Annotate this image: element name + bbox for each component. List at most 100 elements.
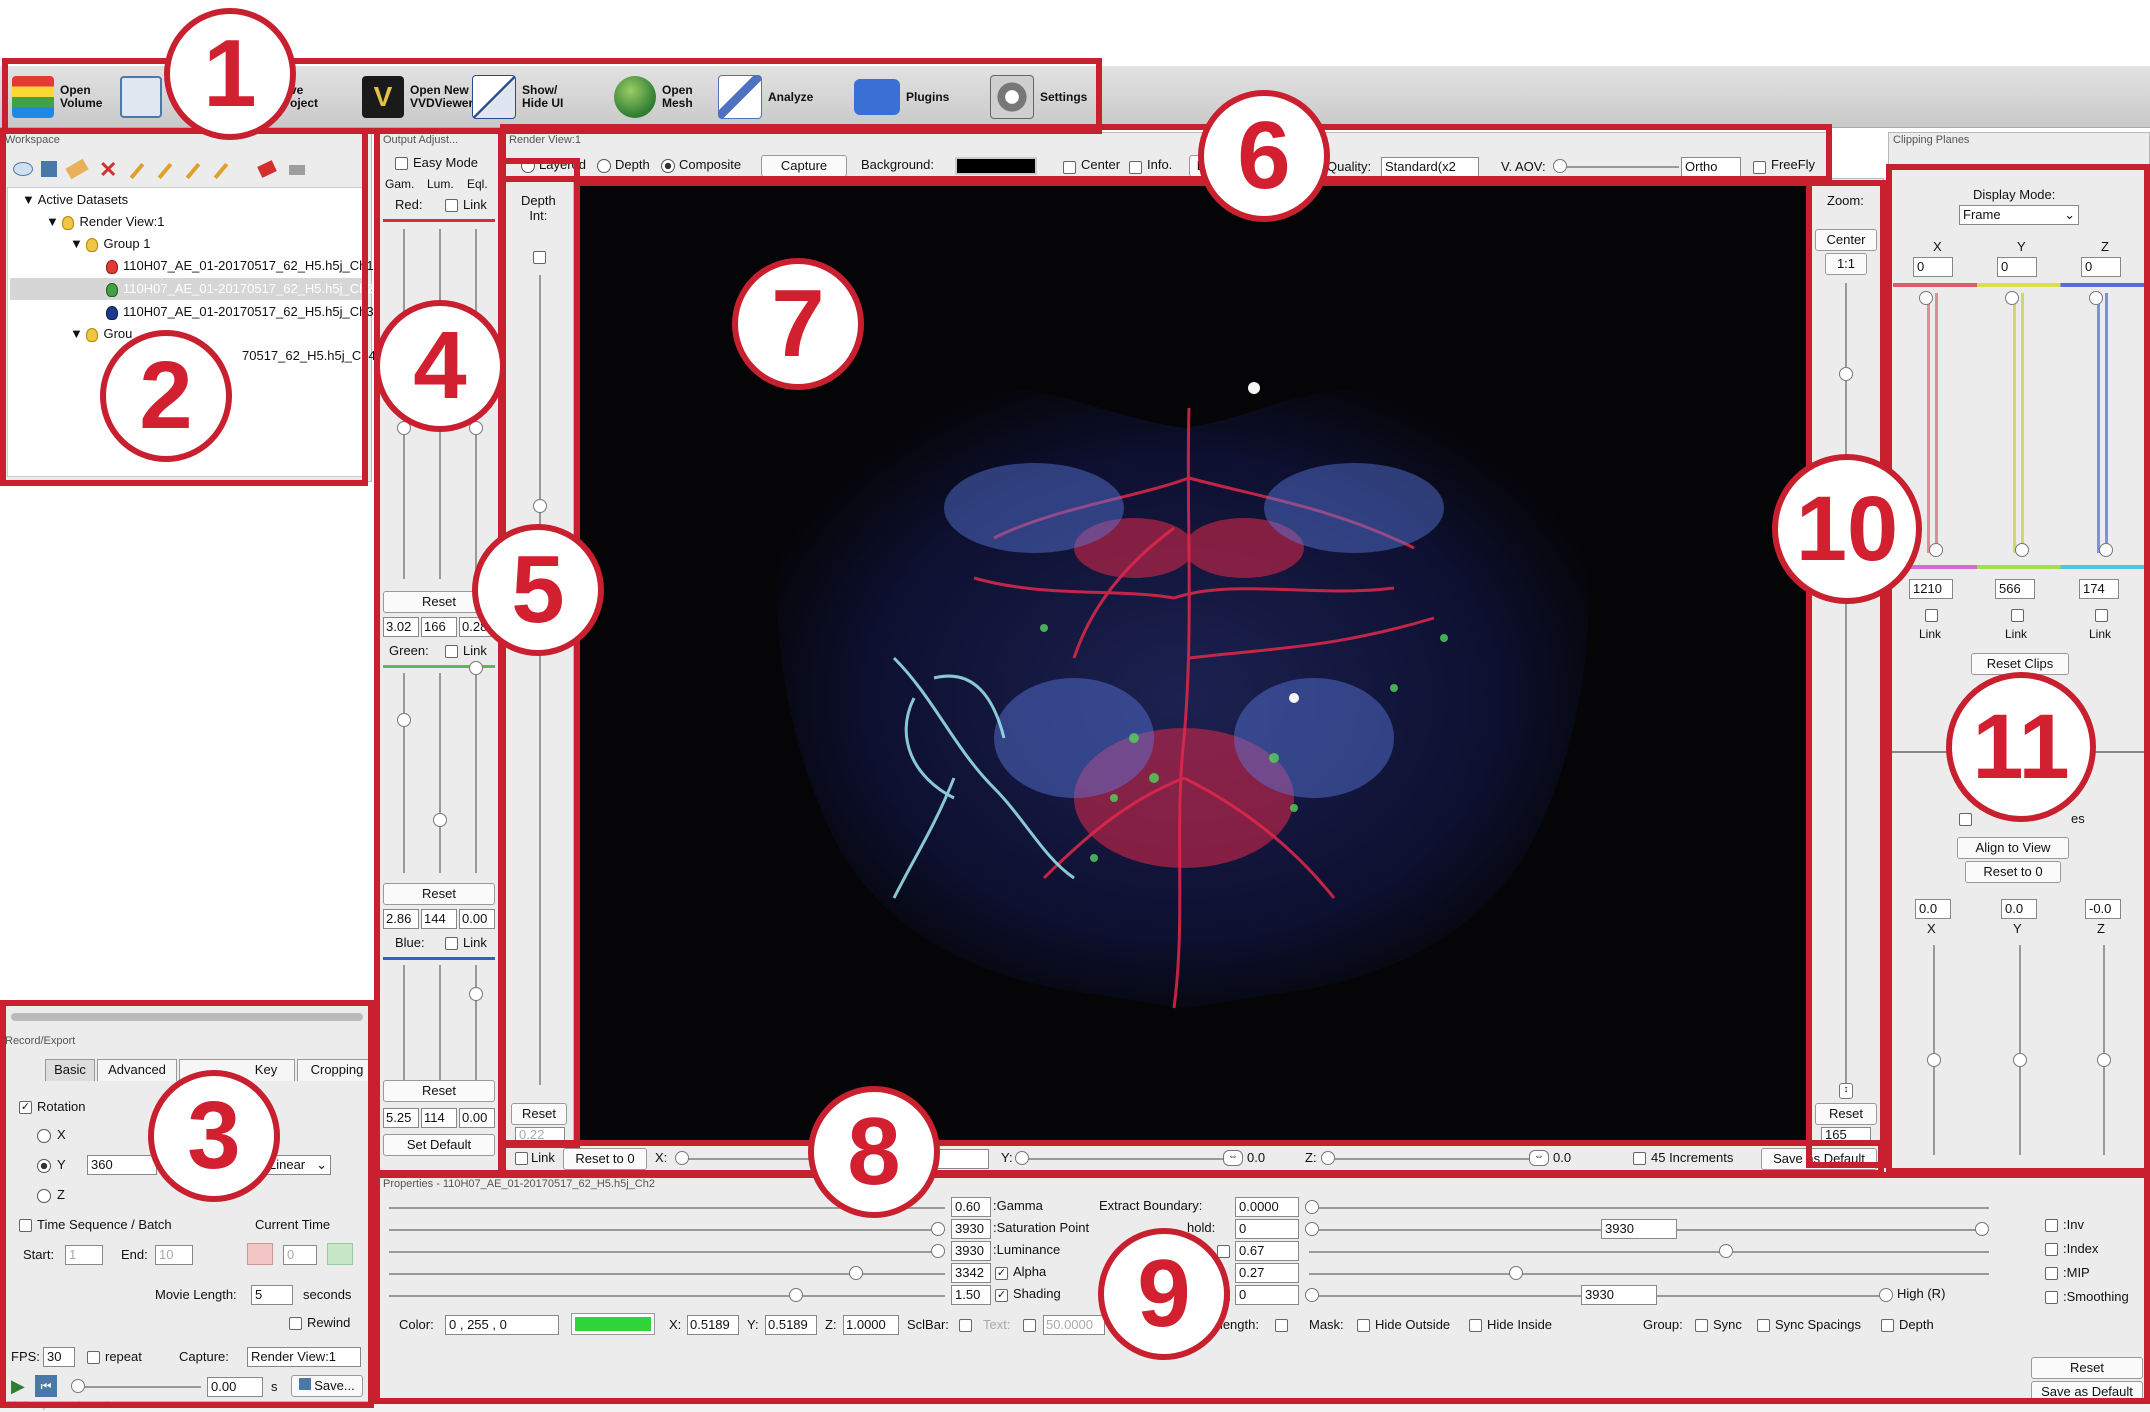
inv-checkbox[interactable] [2045,1219,2058,1232]
open-mesh-button[interactable]: Open Mesh [614,70,693,124]
colormap-low-knob[interactable] [1305,1288,1319,1302]
color-value-field[interactable]: 0 , 255 , 0 [445,1315,559,1335]
properties-save-default-button[interactable]: Save as Default [2031,1381,2143,1403]
index-checkbox[interactable] [2045,1243,2058,1256]
shadow-track[interactable] [1309,1251,1989,1253]
clip-z-track-2[interactable] [2105,293,2108,553]
scale-length-field[interactable]: 50.0000 [1043,1315,1105,1335]
clip-y-high[interactable]: 566 [1995,579,2035,599]
luminance-track[interactable] [389,1251,945,1253]
clip-x-low-knob[interactable] [1919,291,1933,305]
clip-x-track[interactable] [1927,293,1930,553]
clip-y-link-checkbox[interactable] [2011,609,2024,622]
sample-rate-track[interactable] [1309,1273,1989,1275]
pen-icon-1[interactable] [129,162,145,180]
green-lum-track[interactable] [439,673,441,873]
extract-boundary-knob[interactable] [1305,1200,1319,1214]
rotation-z-knob[interactable] [1321,1151,1335,1165]
green-eql-knob[interactable] [469,661,483,675]
tree-item-active-datasets[interactable]: ▼ Active Datasets [22,192,128,207]
clip-reset-to-0-button[interactable]: Reset to 0 [1965,861,2061,883]
blue-link-checkbox[interactable] [445,937,458,950]
hide-outside-checkbox[interactable] [1357,1319,1370,1332]
shading-value[interactable]: 1.50 [951,1285,991,1305]
clip-z-low[interactable]: 0 [2081,257,2121,277]
luminance-value[interactable]: 3930 [951,1241,991,1261]
clip-y-high-knob[interactable] [2015,543,2029,557]
extract-boundary-track[interactable] [1309,1207,1989,1209]
extract-boundary-value[interactable]: 0.0000 [1235,1197,1299,1217]
repeat-checkbox[interactable] [87,1351,100,1364]
zoom-reset-button[interactable]: Reset [1815,1103,1877,1125]
capture-button[interactable]: Capture [761,155,847,177]
threshold-low[interactable]: 0 [1235,1219,1299,1239]
zoom-slider-knob[interactable] [1839,367,1853,381]
degrees-field[interactable]: 360 [87,1155,157,1175]
freefly-checkbox[interactable] [1753,161,1766,174]
rotation-z-track[interactable] [1325,1158,1545,1160]
time-sequence-checkbox[interactable] [19,1219,32,1232]
rotation-z-spin-icon[interactable]: ⇔ [1529,1150,1549,1166]
blue-reset-button[interactable]: Reset [383,1080,495,1102]
tree-item-group-1[interactable]: ▼ Group 1 [70,236,150,252]
plugins-button[interactable]: Plugins [854,70,949,124]
clip-x-high[interactable]: 1210 [1909,579,1953,599]
rewind-button[interactable]: ⏮ [35,1375,57,1397]
clear-icon[interactable] [289,165,305,175]
scale-bar-checkbox[interactable] [959,1319,972,1332]
blue-eql-value[interactable]: 0.00 [459,1108,495,1128]
zoom-spin-icon[interactable]: ↕ [1839,1083,1853,1099]
green-reset-button[interactable]: Reset [383,883,495,905]
green-lum-knob[interactable] [433,813,447,827]
settings-button[interactable]: Settings [990,70,1087,124]
rotation-link-checkbox[interactable] [515,1152,528,1165]
sync-spacings-checkbox[interactable] [1757,1319,1770,1332]
green-eql-value[interactable]: 0.00 [459,909,495,929]
alpha-value[interactable]: 3342 [951,1263,991,1283]
depth-reset-button[interactable]: Reset [511,1103,567,1125]
end-field[interactable]: 10 [155,1245,193,1265]
threshold-low-knob[interactable] [1305,1222,1319,1236]
shading-checkbox[interactable]: ✓ [995,1289,1008,1302]
green-gamma-value[interactable]: 2.86 [383,909,419,929]
threshold-high-knob[interactable] [1975,1222,1989,1236]
colormap-low[interactable]: 0 [1235,1285,1299,1305]
red-gamma-value[interactable]: 3.02 [383,617,419,637]
shadow-value[interactable]: 0.67 [1235,1241,1299,1261]
rotation-x-knob[interactable] [675,1151,689,1165]
clip-x-high-knob[interactable] [1929,543,1943,557]
brush-icon[interactable] [213,162,229,180]
spacing-y-field[interactable]: 0.5189 [765,1315,817,1335]
zoom-1-1-button[interactable]: 1:1 [1825,253,1867,275]
sample-rate-knob[interactable] [1509,1266,1523,1280]
clip-rot-z-track[interactable] [2103,945,2105,1155]
depth-int-knob[interactable] [533,499,547,513]
clip-rot-x-track[interactable] [1933,945,1935,1155]
green-lum-value[interactable]: 144 [421,909,457,929]
analyze-button[interactable]: Analyze [718,70,813,124]
clip-z-high-knob[interactable] [2099,543,2113,557]
composite-radio[interactable] [661,159,675,173]
clip-y-track-2[interactable] [2021,293,2024,553]
clip-x-low[interactable]: 0 [1913,257,1953,277]
time-slider-track[interactable] [77,1386,201,1388]
eye-icon[interactable] [13,162,33,176]
clip-x-track-2[interactable] [1935,293,1938,553]
luminance-knob[interactable] [931,1244,945,1258]
tree-item-group-2[interactable]: ▼ Grou [70,326,132,342]
capture-select[interactable]: Render View:1 [247,1347,361,1367]
current-time-field[interactable]: 0 [283,1245,317,1265]
shading-track[interactable] [389,1295,945,1297]
spacing-z-field[interactable]: 1.0000 [843,1315,899,1335]
display-mode-select[interactable]: Frame ⌄ [1959,205,2079,225]
eraser-icon[interactable] [65,158,89,180]
pen-icon-2[interactable] [157,162,173,180]
tree-item-ch2[interactable]: 110H07_AE_01-20170517_62_H5.h5j_Ch2 [106,281,374,297]
saturation-track[interactable] [389,1229,945,1231]
start-field[interactable]: 1 [65,1245,103,1265]
shadow-knob[interactable] [1719,1244,1733,1258]
tab-cropping[interactable]: Cropping [297,1059,377,1081]
gamma-value[interactable]: 0.60 [951,1197,991,1217]
layered-radio[interactable] [521,159,535,173]
blue-gamma-value[interactable]: 5.25 [383,1108,419,1128]
